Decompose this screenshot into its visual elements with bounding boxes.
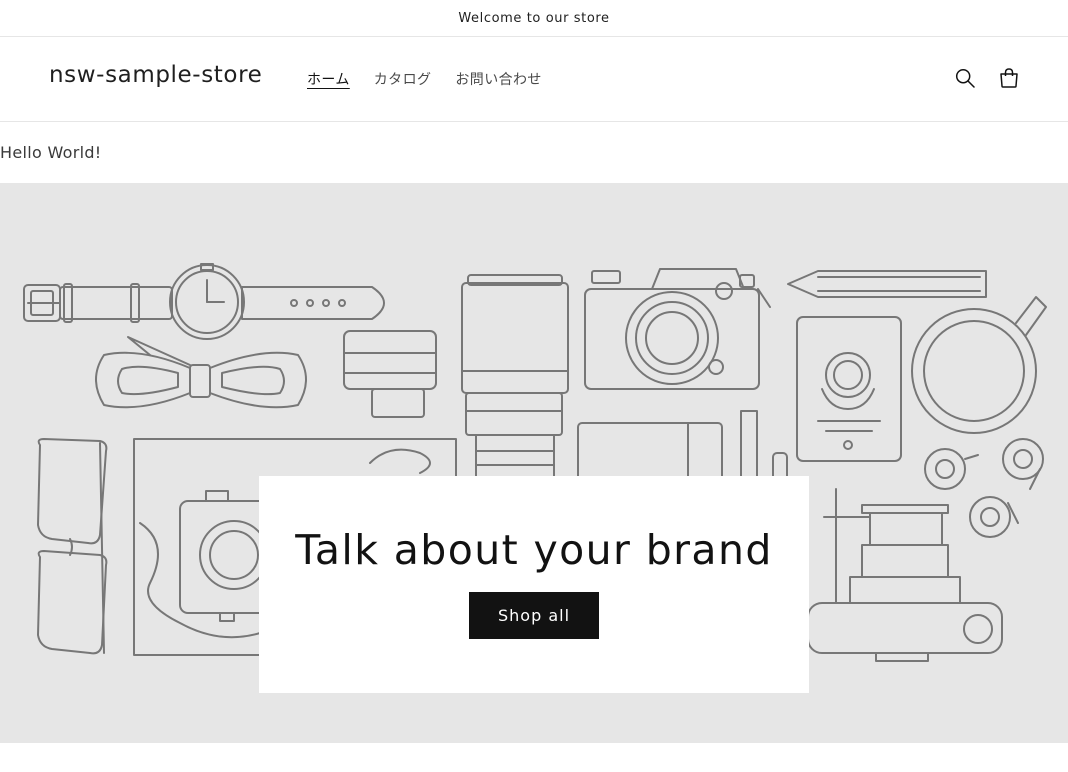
film-camera-icon <box>807 488 1003 662</box>
cart-icon <box>1000 68 1018 88</box>
telephoto-lens-icon <box>461 274 569 480</box>
shop-all-button[interactable]: Shop all <box>469 592 599 639</box>
pencil-icon <box>787 270 987 298</box>
hello-text: Hello World! <box>0 143 102 162</box>
nav-item-home[interactable]: ホーム <box>307 69 350 89</box>
hello-section: Hello World! <box>0 122 1068 183</box>
announcement-text: Welcome to our store <box>458 10 610 26</box>
hero-banner: Talk about your brand Shop all <box>0 183 1068 743</box>
lens-icon <box>343 330 437 418</box>
sunglasses-icon <box>37 438 108 655</box>
search-button[interactable] <box>952 65 978 91</box>
camera-icon <box>584 268 771 390</box>
banner-heading: Talk about your brand <box>295 526 773 574</box>
store-logo[interactable]: nsw-sample-store <box>49 62 262 88</box>
cart-button[interactable] <box>996 65 1022 91</box>
nav-item-catalog[interactable]: カタログ <box>374 69 432 89</box>
site-header: nsw-sample-store ホーム カタログ お問い合わせ <box>0 37 1068 122</box>
announcement-bar: Welcome to our store <box>0 0 1068 37</box>
bowtie-icon <box>95 336 307 409</box>
search-icon <box>955 68 975 88</box>
cup-icon <box>911 296 1047 434</box>
nav-item-contact[interactable]: お問い合わせ <box>455 69 541 89</box>
main-nav: ホーム カタログ お問い合わせ <box>307 69 542 89</box>
passport-icon <box>796 316 902 462</box>
banner-content-box: Talk about your brand Shop all <box>259 476 809 693</box>
watch-icon <box>23 263 385 340</box>
